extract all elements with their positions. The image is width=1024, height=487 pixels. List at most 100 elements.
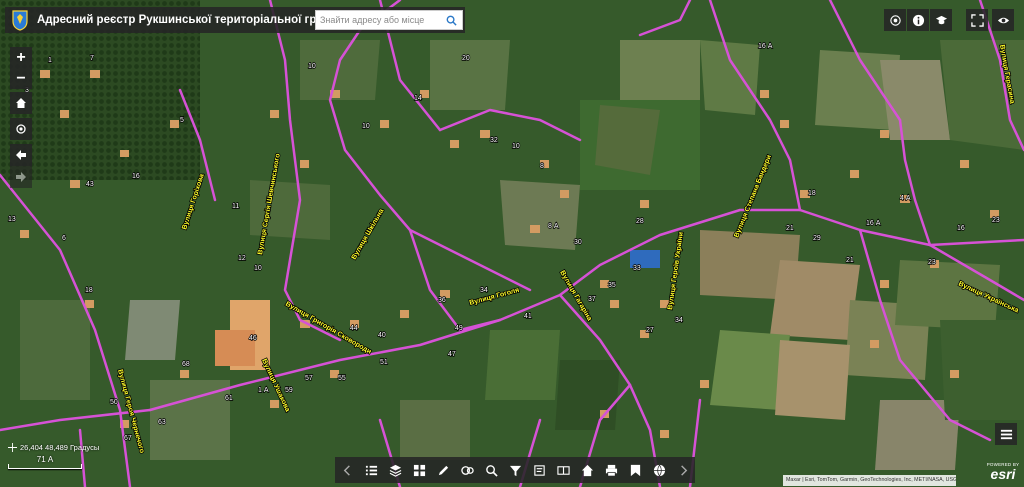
list-icon xyxy=(365,465,377,475)
house-number: 23 xyxy=(992,217,1000,224)
layer-list-tool[interactable] xyxy=(362,461,380,479)
house-number: 16 А xyxy=(866,220,881,227)
layers-tool[interactable] xyxy=(386,461,404,479)
house-number: 27 xyxy=(646,327,654,334)
text-tool[interactable] xyxy=(530,461,548,479)
text-icon xyxy=(533,464,545,476)
app-title: Адресний реєстр Рукшинської територіальн… xyxy=(37,14,353,26)
globe-tool[interactable] xyxy=(650,461,668,479)
house-number: 36 xyxy=(438,297,446,304)
fullscreen-button[interactable] xyxy=(966,9,988,31)
search-zoom-icon xyxy=(485,464,498,477)
house-number: 6 xyxy=(62,235,66,242)
coordinate-readout: 26,404 48,489 Градусы xyxy=(8,443,99,452)
house-number: 59 xyxy=(285,387,293,394)
arrow-right-icon xyxy=(16,172,26,182)
house-number: 33 xyxy=(633,265,641,272)
house-number: 10 xyxy=(254,265,262,272)
house-number: 43 xyxy=(86,181,94,188)
grid-icon xyxy=(413,464,425,476)
house-number: 40 xyxy=(378,332,386,339)
house-number: 10 xyxy=(362,123,370,130)
house-number: 1 xyxy=(48,57,52,64)
visibility-button[interactable] xyxy=(992,9,1014,31)
scale-label: 71 А xyxy=(36,455,54,464)
house-number: 41 xyxy=(524,313,532,320)
expand-icon xyxy=(970,13,984,27)
pencil-icon xyxy=(438,465,448,475)
search-input[interactable] xyxy=(316,15,441,25)
house-number: 4 А xyxy=(900,195,911,202)
house-number: 34 xyxy=(480,287,488,294)
bookmark-icon xyxy=(630,464,640,476)
chevron-left-icon xyxy=(343,464,350,476)
house-number: 57 xyxy=(305,375,313,382)
house-number: 49 xyxy=(455,325,463,332)
layer-list-button[interactable] xyxy=(995,423,1017,445)
community-crest-icon xyxy=(12,10,28,31)
house-number: 46 xyxy=(249,335,257,342)
house-number: 29 xyxy=(813,235,821,242)
house-number: 55 xyxy=(338,375,346,382)
zoom-out-button[interactable]: − xyxy=(10,68,32,89)
print-tool[interactable] xyxy=(602,461,620,479)
esri-logo: POWERED BY esri xyxy=(983,462,1023,486)
zoom-control: + − xyxy=(10,47,32,89)
house-number: 23 xyxy=(928,259,936,266)
draw-tool[interactable] xyxy=(434,461,452,479)
next-extent-button[interactable] xyxy=(10,166,32,188)
search-box[interactable] xyxy=(315,10,463,30)
zoom-in-button[interactable]: + xyxy=(10,47,32,68)
esri-wordmark: esri xyxy=(990,466,1016,482)
house-number: 47 xyxy=(448,351,456,358)
navigation-controls xyxy=(10,90,32,188)
filter-icon xyxy=(509,465,521,476)
list-icon xyxy=(1000,429,1012,439)
query-tool[interactable] xyxy=(482,461,500,479)
swap-icon xyxy=(556,465,570,475)
basemap-button[interactable] xyxy=(930,9,952,31)
layers-icon xyxy=(389,464,401,477)
house-number: 67 xyxy=(124,435,132,442)
house-number: 28 xyxy=(636,218,644,225)
locate-button[interactable] xyxy=(10,118,32,140)
home-button[interactable] xyxy=(10,92,32,114)
filter-tool[interactable] xyxy=(506,461,524,479)
map-view[interactable]: Вулиця Горіхова Вулиця Сергія Шевчинсько… xyxy=(0,0,1024,487)
home-icon xyxy=(16,98,26,108)
previous-extent-button[interactable] xyxy=(10,144,32,166)
attribution: Maxar | Esri, TomTom, Garmin, GeoTechnol… xyxy=(783,475,956,486)
legend-button[interactable] xyxy=(884,9,906,31)
house-number: 30 xyxy=(574,239,582,246)
search-icon xyxy=(446,15,457,26)
scale-bar: 71 А xyxy=(8,455,82,469)
house-number: 11 xyxy=(232,203,239,210)
house-number: 32 xyxy=(490,137,498,144)
home-tool[interactable] xyxy=(578,461,596,479)
crosshair-icon xyxy=(8,443,17,452)
info-icon xyxy=(912,14,924,26)
scale-line xyxy=(8,464,82,469)
coordinate-text: 26,404 48,489 Градусы xyxy=(20,443,100,452)
toolbar-next-button[interactable] xyxy=(674,461,692,479)
locate-icon xyxy=(16,124,26,134)
house-number: 37 xyxy=(588,296,596,303)
measure-tool[interactable] xyxy=(458,461,476,479)
about-button[interactable] xyxy=(907,9,929,31)
bottom-toolbar xyxy=(335,457,695,483)
house-number: 61 xyxy=(225,395,233,402)
eye-icon xyxy=(997,17,1009,23)
house-number: 18 xyxy=(85,287,93,294)
measure-icon xyxy=(460,465,474,475)
bookmark-tool[interactable] xyxy=(626,461,644,479)
house-number: 13 xyxy=(8,216,16,223)
arrow-left-icon xyxy=(16,150,26,160)
home-icon xyxy=(581,464,593,476)
basemap-gallery-tool[interactable] xyxy=(410,461,428,479)
house-number: 14 xyxy=(414,95,422,102)
search-button[interactable] xyxy=(441,11,462,29)
house-number: 12 xyxy=(238,255,246,262)
swipe-tool[interactable] xyxy=(554,461,572,479)
toolbar-prev-button[interactable] xyxy=(338,461,356,479)
house-number: 63 xyxy=(158,419,166,426)
